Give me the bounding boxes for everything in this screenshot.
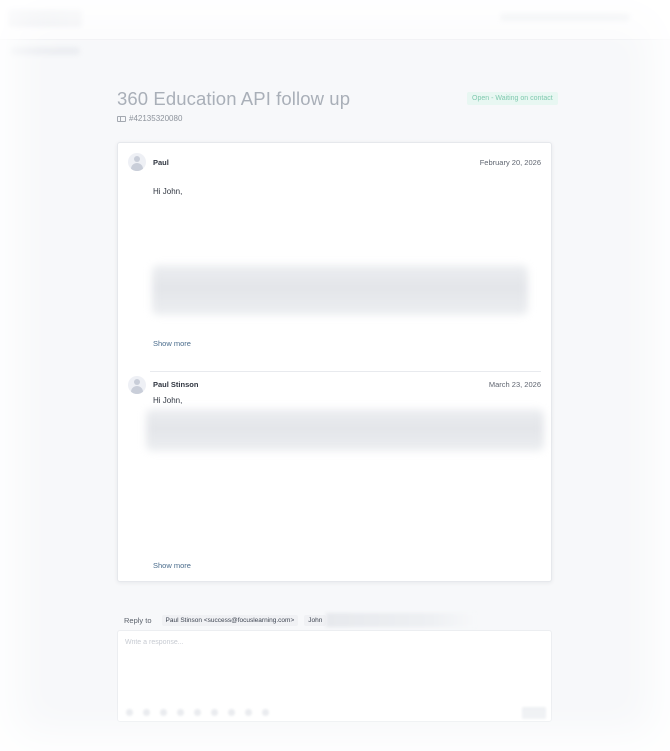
reply-to-label: Reply to <box>124 615 152 625</box>
recipient-chip[interactable]: John <box>304 614 327 626</box>
recipient-chip[interactable]: Paul Stinson <success@focuslearning.com> <box>161 614 299 626</box>
message-greeting: Hi John, <box>153 187 183 196</box>
emoji-icon[interactable] <box>245 709 252 716</box>
formatting-toolbar <box>126 709 269 716</box>
ticket-id-text: #42135320080 <box>129 114 183 123</box>
list-icon[interactable] <box>194 709 201 716</box>
message-sender: Paul <box>153 158 169 167</box>
redacted-recipient <box>326 613 477 627</box>
show-more-link[interactable]: Show more <box>153 561 191 570</box>
redacted-message-body <box>146 409 544 451</box>
breadcrumb[interactable] <box>10 47 80 55</box>
attachment-icon[interactable] <box>228 709 235 716</box>
page-title: 360 Education API follow up <box>117 88 351 109</box>
avatar-icon <box>128 376 146 394</box>
message-item: Paul Stinson March 23, 2026 Hi John, Sho… <box>118 371 551 583</box>
message-date: February 20, 2026 <box>479 158 541 167</box>
ticket-icon <box>117 115 126 122</box>
response-input[interactable] <box>125 639 525 659</box>
app-logo[interactable] <box>8 9 82 27</box>
avatar-icon <box>128 153 146 171</box>
status-badge: Open - Waiting on contact <box>467 92 558 105</box>
send-button[interactable] <box>522 707 546 719</box>
ticket-id: #42135320080 <box>117 114 182 123</box>
top-navigation-bar <box>0 0 670 40</box>
top-nav-links[interactable] <box>500 13 630 21</box>
show-more-link[interactable]: Show more <box>153 339 191 348</box>
link-icon[interactable] <box>177 709 184 716</box>
message-greeting: Hi John, <box>153 396 183 405</box>
bold-icon[interactable] <box>126 709 133 716</box>
italic-icon[interactable] <box>143 709 150 716</box>
reply-composer <box>117 630 552 722</box>
redacted-message-body <box>152 265 528 315</box>
message-item: Paul February 20, 2026 Hi John, Show mor… <box>118 143 551 371</box>
image-icon[interactable] <box>211 709 218 716</box>
reply-recipients-bar: Reply to Paul Stinson <success@focuslear… <box>117 612 552 628</box>
message-date: March 23, 2026 <box>488 380 541 389</box>
message-sender: Paul Stinson <box>153 380 199 389</box>
more-icon[interactable] <box>262 709 269 716</box>
message-thread: Paul February 20, 2026 Hi John, Show mor… <box>117 142 552 582</box>
underline-icon[interactable] <box>160 709 167 716</box>
